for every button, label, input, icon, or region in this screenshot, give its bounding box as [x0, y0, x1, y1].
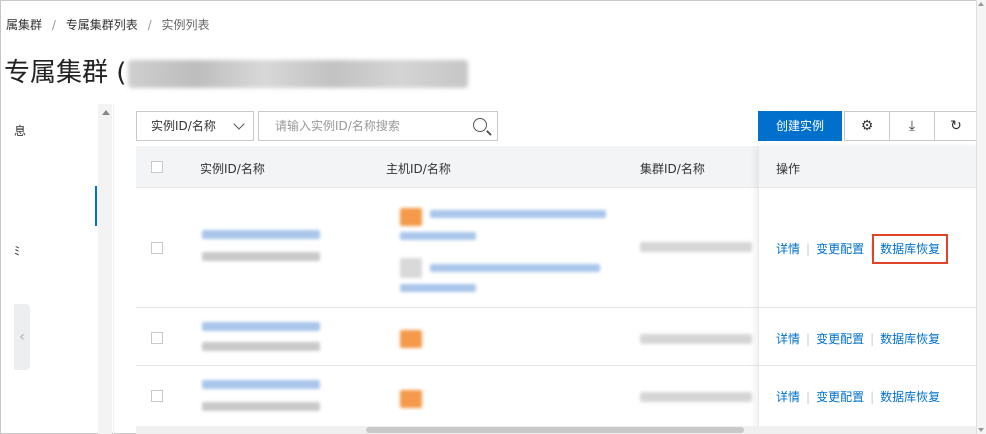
breadcrumb-separator: /	[51, 18, 56, 32]
host-name-redacted	[400, 284, 476, 292]
sidenav-active-indicator	[95, 186, 97, 226]
collapse-sidebar-button[interactable]: ‹	[14, 304, 30, 370]
scroll-up-icon[interactable]	[978, 2, 984, 6]
column-header-instance[interactable]: 实例ID/名称	[200, 160, 265, 177]
horizontal-scroll-thumb[interactable]	[366, 427, 744, 433]
page-title: 专属集群 (	[4, 52, 469, 89]
download-icon: ⤓	[908, 118, 916, 134]
search-input[interactable]: 请输入实例ID/名称搜索	[258, 111, 498, 141]
filter-field-value: 实例ID/名称	[151, 119, 216, 133]
row-checkbox[interactable]	[151, 390, 163, 402]
download-button[interactable]: ⤓	[889, 111, 935, 141]
instance-name-redacted	[202, 402, 320, 411]
actions-column-fixed	[758, 146, 978, 434]
sidenav-scrollbar[interactable]	[98, 104, 112, 434]
column-header-actions: 操作	[776, 162, 801, 176]
host-name-redacted	[400, 232, 476, 240]
create-instance-button[interactable]: 创建实例	[758, 111, 842, 141]
scroll-up-icon[interactable]	[102, 110, 110, 115]
instance-name-redacted	[202, 252, 320, 261]
vertical-scrollbar[interactable]	[976, 0, 986, 434]
cluster-id-redacted	[128, 59, 469, 88]
refresh-button[interactable]: ↻	[934, 111, 978, 141]
host-icon	[400, 258, 422, 278]
filter-field-select[interactable]: 实例ID/名称	[136, 111, 254, 141]
chevron-down-icon	[233, 118, 245, 130]
cluster-id-redacted	[640, 334, 752, 344]
host-id-redacted[interactable]	[430, 264, 600, 272]
instance-name-redacted	[202, 342, 320, 351]
search-icon[interactable]	[473, 118, 487, 132]
breadcrumb-cluster-list[interactable]: 专属集群列表	[66, 18, 138, 32]
instance-id-redacted[interactable]	[202, 380, 320, 389]
row-checkbox[interactable]	[151, 242, 163, 254]
sidenav-item-basic-info[interactable]: 息	[14, 122, 26, 139]
gear-icon: ⚙	[860, 118, 874, 134]
settings-button[interactable]: ⚙	[844, 111, 890, 141]
page-title-text: 专属集群 (	[4, 58, 127, 88]
host-icon	[400, 390, 422, 408]
breadcrumb-separator: /	[147, 18, 152, 32]
host-id-redacted[interactable]	[430, 210, 606, 218]
refresh-icon: ↻	[950, 118, 962, 134]
column-header-host[interactable]: 主机ID/名称	[386, 160, 451, 177]
cluster-id-redacted	[640, 392, 752, 402]
breadcrumb: 属集群 / 专属集群列表 / 实例列表	[6, 16, 209, 33]
host-icon	[400, 208, 422, 226]
search-placeholder: 请输入实例ID/名称搜索	[275, 119, 400, 133]
horizontal-scrollbar[interactable]	[136, 426, 978, 434]
instance-table: 实例ID/名称 主机ID/名称 集群ID/名称 详情 | 变更配置 | 数据库恢复 详情…	[136, 146, 978, 434]
row-checkbox[interactable]	[151, 332, 163, 344]
sidenav-item-2[interactable]: ﾐ	[14, 242, 20, 259]
breadcrumb-dedicated-cluster[interactable]: 属集群	[6, 18, 42, 32]
scroll-down-icon[interactable]	[978, 428, 984, 432]
cluster-id-redacted	[640, 242, 752, 252]
breadcrumb-instance-list: 实例列表	[161, 18, 210, 32]
side-navigation: 息 ﾐ ‹	[14, 104, 114, 434]
select-all-checkbox[interactable]	[151, 161, 163, 173]
instance-id-redacted[interactable]	[202, 230, 320, 239]
instance-id-redacted[interactable]	[202, 322, 320, 331]
host-icon	[400, 330, 422, 348]
column-header-cluster[interactable]: 集群ID/名称	[640, 160, 705, 177]
